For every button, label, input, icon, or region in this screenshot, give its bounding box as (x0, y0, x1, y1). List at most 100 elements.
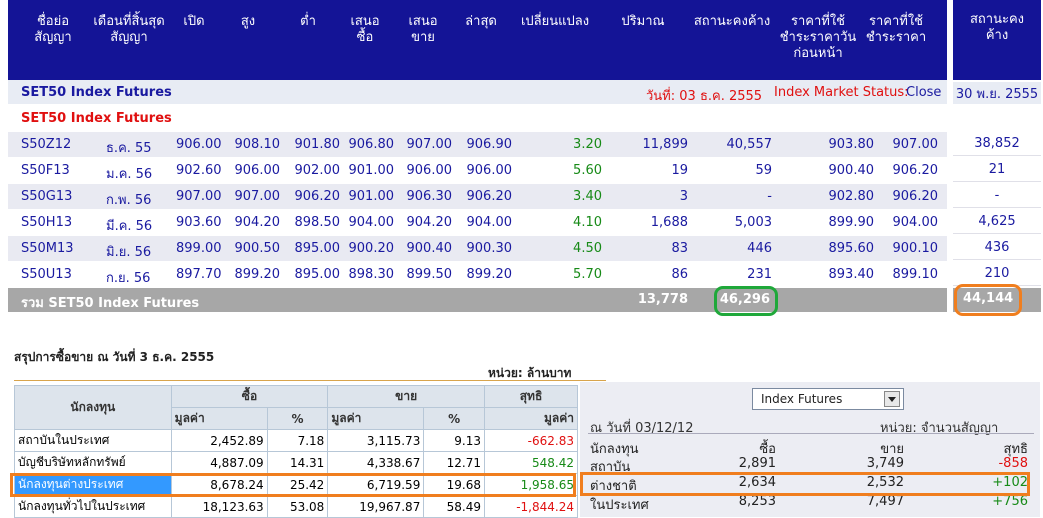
market-status-label: Index Market Status: (774, 85, 909, 100)
right-cell-buy: 2,891 (738, 456, 776, 471)
summary-h-net-value: มูลค่า (483, 407, 579, 430)
highlight-oi-green (714, 286, 778, 316)
cell-symbol[interactable]: S50F13 (21, 163, 70, 178)
cell-high: 900.50 (234, 241, 281, 256)
section-title: SET50 Index Futures (21, 85, 172, 100)
cell-settle: 906.20 (892, 163, 939, 178)
cell-symbol[interactable]: S50M13 (21, 241, 74, 256)
chevron-down-icon[interactable] (884, 391, 900, 407)
cell-oi-prev: - (953, 186, 1041, 208)
table-header: ชื่อย่อ สัญญา เดือนที่สิ้นสุดสัญญา เปิด … (8, 0, 947, 80)
cell-volume: 3 (679, 189, 688, 204)
summary-row: บัญชีบริษัทหลักทรัพย์ 4,887.09 14.31 4,338.… (14, 451, 579, 474)
right-cell-buy: 8,253 (738, 494, 776, 509)
col-month: เดือนที่สิ้นสุดสัญญา (93, 14, 165, 45)
col-oi: สถานะคงค้าง (693, 14, 771, 29)
cell-oi: 40,557 (726, 137, 773, 152)
right-panel: Index Futures ณ วันที่ 03/12/12 หน่วย: จ… (580, 382, 1040, 517)
summary-cell-buy-pct: 53.08 (266, 495, 329, 518)
table-row: S50F13 ม.ค. 56 902.60 906.00 902.00 901.00 906… (8, 158, 947, 183)
summary-row: นักลงทุนทั่วไปในประเทศ 18,123.63 53.08 19,9… (14, 495, 579, 518)
right-cell-net: +756 (992, 494, 1028, 509)
cell-low: 906.20 (294, 189, 341, 204)
cell-change: 5.70 (573, 267, 602, 282)
cell-oi: 5,003 (734, 215, 772, 230)
cell-bid: 906.80 (348, 137, 395, 152)
cell-symbol[interactable]: S50U13 (21, 267, 72, 282)
cell-symbol[interactable]: S50G13 (21, 189, 72, 204)
summary-row: สถาบันในประเทศ 2,452.89 7.18 3,115.73 9.13 -6… (14, 429, 579, 452)
table-row: S50G13 ก.พ. 56 907.00 907.00 906.20 901.00 906… (8, 184, 947, 209)
cell-last: 906.00 (466, 163, 513, 178)
col-low: ต่ำ (300, 14, 316, 29)
summary-h-net: สุทธิ (483, 385, 579, 408)
cell-oi-prev: 38,852 (953, 134, 1041, 156)
table-row: S50H13 มี.ค. 56 903.60 904.20 898.50 904.00 90… (8, 210, 947, 235)
cell-open: 906.00 (176, 137, 222, 152)
cell-offer: 906.00 (406, 163, 453, 178)
right-rule (588, 433, 1034, 434)
cell-prev-settle: 902.80 (828, 189, 875, 204)
cell-volume: 11,899 (642, 137, 689, 152)
cell-low: 902.00 (294, 163, 341, 178)
summary-h-buy: ซื้อ (170, 385, 329, 408)
cell-open: 903.60 (176, 215, 222, 230)
cell-bid: 901.00 (348, 189, 395, 204)
summary-cell-sell-value: 3,115.73 (327, 429, 425, 452)
cell-prev-settle: 903.80 (828, 137, 875, 152)
cell-bid: 898.30 (348, 267, 395, 282)
right-date: 30 พ.ย. 2555 (953, 82, 1041, 104)
cell-bid: 900.20 (348, 241, 395, 256)
cell-month: ก.ย. 56 (106, 271, 151, 286)
index-select[interactable]: Index Futures (752, 388, 904, 410)
cell-open: 902.60 (176, 163, 222, 178)
cell-oi-prev: 436 (953, 238, 1041, 260)
summary-cell-name: บัญชีบริษัทหลักทรัพย์ (14, 451, 172, 474)
right-cell-sell: 7,497 (866, 494, 904, 509)
col-open: เปิด (183, 14, 205, 29)
summary-cell-sell-pct: 12.71 (423, 451, 485, 474)
cell-high: 908.10 (234, 137, 281, 152)
cell-volume: 86 (671, 267, 688, 282)
cell-symbol[interactable]: S50Z12 (21, 137, 71, 152)
cell-last: 900.30 (466, 241, 513, 256)
cell-open: 907.00 (176, 189, 222, 204)
cell-high: 907.00 (234, 189, 281, 204)
summary-h-sell-value: มูลค่า (327, 407, 425, 430)
summary-cell-net-value: 548.42 (483, 451, 579, 474)
cell-low: 901.80 (294, 137, 341, 152)
col-symbol: ชื่อย่อ สัญญา (34, 14, 72, 45)
cell-month: ม.ค. 56 (106, 167, 153, 182)
table-row: S50U13 ก.ย. 56 897.70 899.20 895.00 898.30 899… (8, 262, 947, 287)
total-label: รวม SET50 Index Futures (21, 296, 200, 311)
cell-symbol[interactable]: S50H13 (21, 215, 72, 230)
col-bid: เสนอ ซื้อ (350, 14, 380, 45)
right-cell-sell: 3,749 (866, 456, 904, 471)
col-last: ล่าสุด (465, 14, 497, 29)
summary-cell-buy-value: 4,887.09 (170, 451, 268, 474)
cell-month: มี.ค. 56 (106, 219, 153, 234)
cell-low: 895.00 (294, 267, 341, 282)
subtitle: SET50 Index Futures (21, 111, 172, 126)
total-volume: 13,778 (637, 292, 688, 307)
cell-low: 895.00 (294, 241, 341, 256)
summary-h-sell: ขาย (327, 385, 485, 408)
summary-cell-name: นักลงทุนทั่วไปในประเทศ (14, 495, 172, 518)
col-settle: ราคาที่ใช้ชำระราคา (865, 14, 927, 45)
highlight-oi-prev-orange (954, 284, 1022, 316)
cell-last: 906.90 (466, 137, 513, 152)
summary-h-buy-value: มูลค่า (170, 407, 268, 430)
section-row: SET50 Index Futures วันที่: 03 ธ.ค. 2555… (8, 80, 947, 104)
right-unit: หน่วย: จำนวนสัญญา (880, 421, 999, 436)
summary-cell-buy-value: 18,123.63 (170, 495, 268, 518)
col-prev-settle: ราคาที่ใช้ชำระราคาวันก่อนหน้า (779, 14, 857, 61)
cell-change: 3.40 (573, 189, 602, 204)
right-date-label: ณ วันที่ 03/12/12 (590, 421, 694, 436)
col-offer: เสนอ ขาย (408, 14, 438, 45)
date-label: วันที่: 03 ธ.ค. 2555 (646, 89, 763, 104)
cell-oi: 231 (747, 267, 772, 282)
cell-change: 4.10 (573, 215, 602, 230)
cell-prev-settle: 893.40 (828, 267, 875, 282)
right-header: สถานะคงค้าง (953, 0, 1041, 80)
cell-settle: 904.00 (892, 215, 939, 230)
